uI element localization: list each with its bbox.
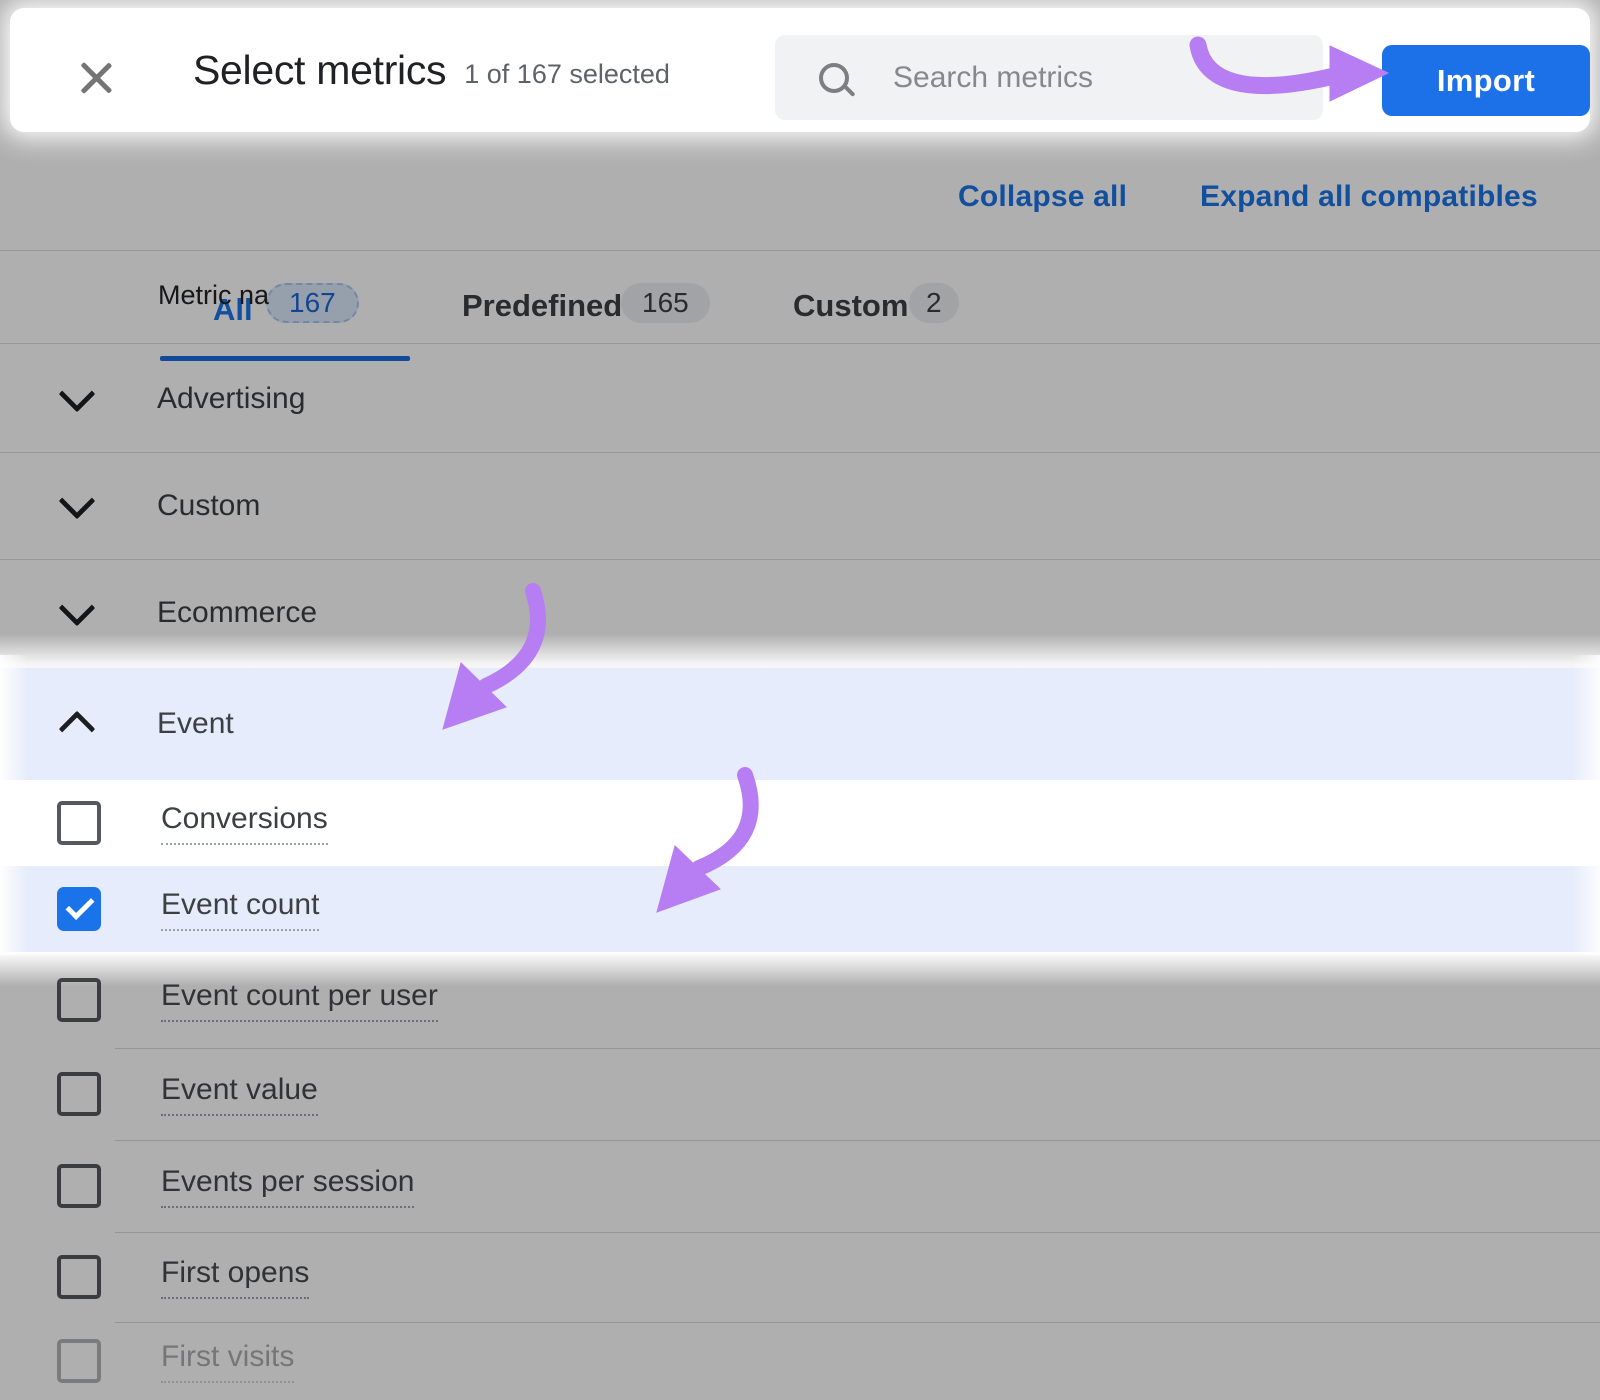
checkbox-unchecked[interactable] xyxy=(57,1339,101,1383)
select-metrics-dialog: Collapse all Expand all compatibles Metr… xyxy=(0,0,1600,1400)
section-label: Advertising xyxy=(157,382,305,416)
metric-label: Events per session xyxy=(161,1165,414,1208)
metric-label: Conversions xyxy=(161,802,328,845)
chevron-up-icon[interactable] xyxy=(56,703,98,745)
chevron-down-icon[interactable] xyxy=(56,485,98,527)
metric-label: Event count xyxy=(161,888,319,931)
dialog-title: Select metrics xyxy=(193,47,446,94)
checkbox-checked[interactable] xyxy=(57,887,101,931)
tab-predefined[interactable]: Predefined xyxy=(462,288,622,324)
checkbox-unchecked[interactable] xyxy=(57,978,101,1022)
close-icon[interactable] xyxy=(76,58,116,98)
checkbox-unchecked[interactable] xyxy=(57,1072,101,1116)
metric-row-first-visits[interactable]: First visits xyxy=(0,1322,1600,1400)
section-label: Event xyxy=(157,707,234,741)
metric-label: Event count per user xyxy=(161,979,438,1022)
bulk-actions-row: Collapse all Expand all compatibles xyxy=(0,168,1600,228)
section-row-advertising[interactable]: Advertising xyxy=(0,345,1600,452)
search-placeholder: Search metrics xyxy=(893,61,1093,95)
divider xyxy=(0,343,1600,344)
import-button[interactable]: Import xyxy=(1382,45,1590,116)
section-row-custom[interactable]: Custom xyxy=(0,452,1600,559)
chevron-down-icon[interactable] xyxy=(56,592,98,634)
metric-row-event-count[interactable]: Event count xyxy=(0,866,1600,952)
metric-label: First opens xyxy=(161,1256,309,1299)
metric-row-event-count-per-user[interactable]: Event count per user xyxy=(0,952,1600,1048)
section-row-ecommerce[interactable]: Ecommerce xyxy=(0,559,1600,666)
checkbox-unchecked[interactable] xyxy=(57,1255,101,1299)
selected-count: 1 of 167 selected xyxy=(464,59,670,90)
tab-predefined-count-badge: 165 xyxy=(621,283,710,323)
tab-custom[interactable]: Custom xyxy=(793,288,908,324)
section-row-event[interactable]: Event xyxy=(0,668,1600,780)
search-input[interactable]: Search metrics xyxy=(775,35,1323,120)
section-label: Ecommerce xyxy=(157,596,317,630)
tab-all-count-badge: 167 xyxy=(266,283,359,323)
metric-row-conversions[interactable]: Conversions xyxy=(0,780,1600,866)
tab-bar: Metric na All 167 Predefined 165 Custom … xyxy=(0,250,1600,343)
section-label: Custom xyxy=(157,489,260,523)
chevron-down-icon[interactable] xyxy=(56,378,98,420)
metric-row-first-opens[interactable]: First opens xyxy=(0,1232,1600,1322)
search-icon xyxy=(819,63,849,93)
metric-label: First visits xyxy=(161,1340,294,1383)
metric-row-events-per-session[interactable]: Events per session xyxy=(0,1140,1600,1232)
metric-label: Event value xyxy=(161,1073,318,1116)
metric-name-ghost-text: Metric na xyxy=(158,280,269,311)
expand-all-compatibles-link[interactable]: Expand all compatibles xyxy=(1200,180,1538,214)
dialog-body: Collapse all Expand all compatibles Metr… xyxy=(0,0,1600,1400)
tab-custom-count-badge: 2 xyxy=(909,283,959,323)
metric-row-event-value[interactable]: Event value xyxy=(0,1048,1600,1140)
checkbox-unchecked[interactable] xyxy=(57,801,101,845)
dialog-header: Select metrics 1 of 167 selected Search … xyxy=(10,8,1590,132)
checkbox-unchecked[interactable] xyxy=(57,1164,101,1208)
collapse-all-link[interactable]: Collapse all xyxy=(958,180,1127,214)
